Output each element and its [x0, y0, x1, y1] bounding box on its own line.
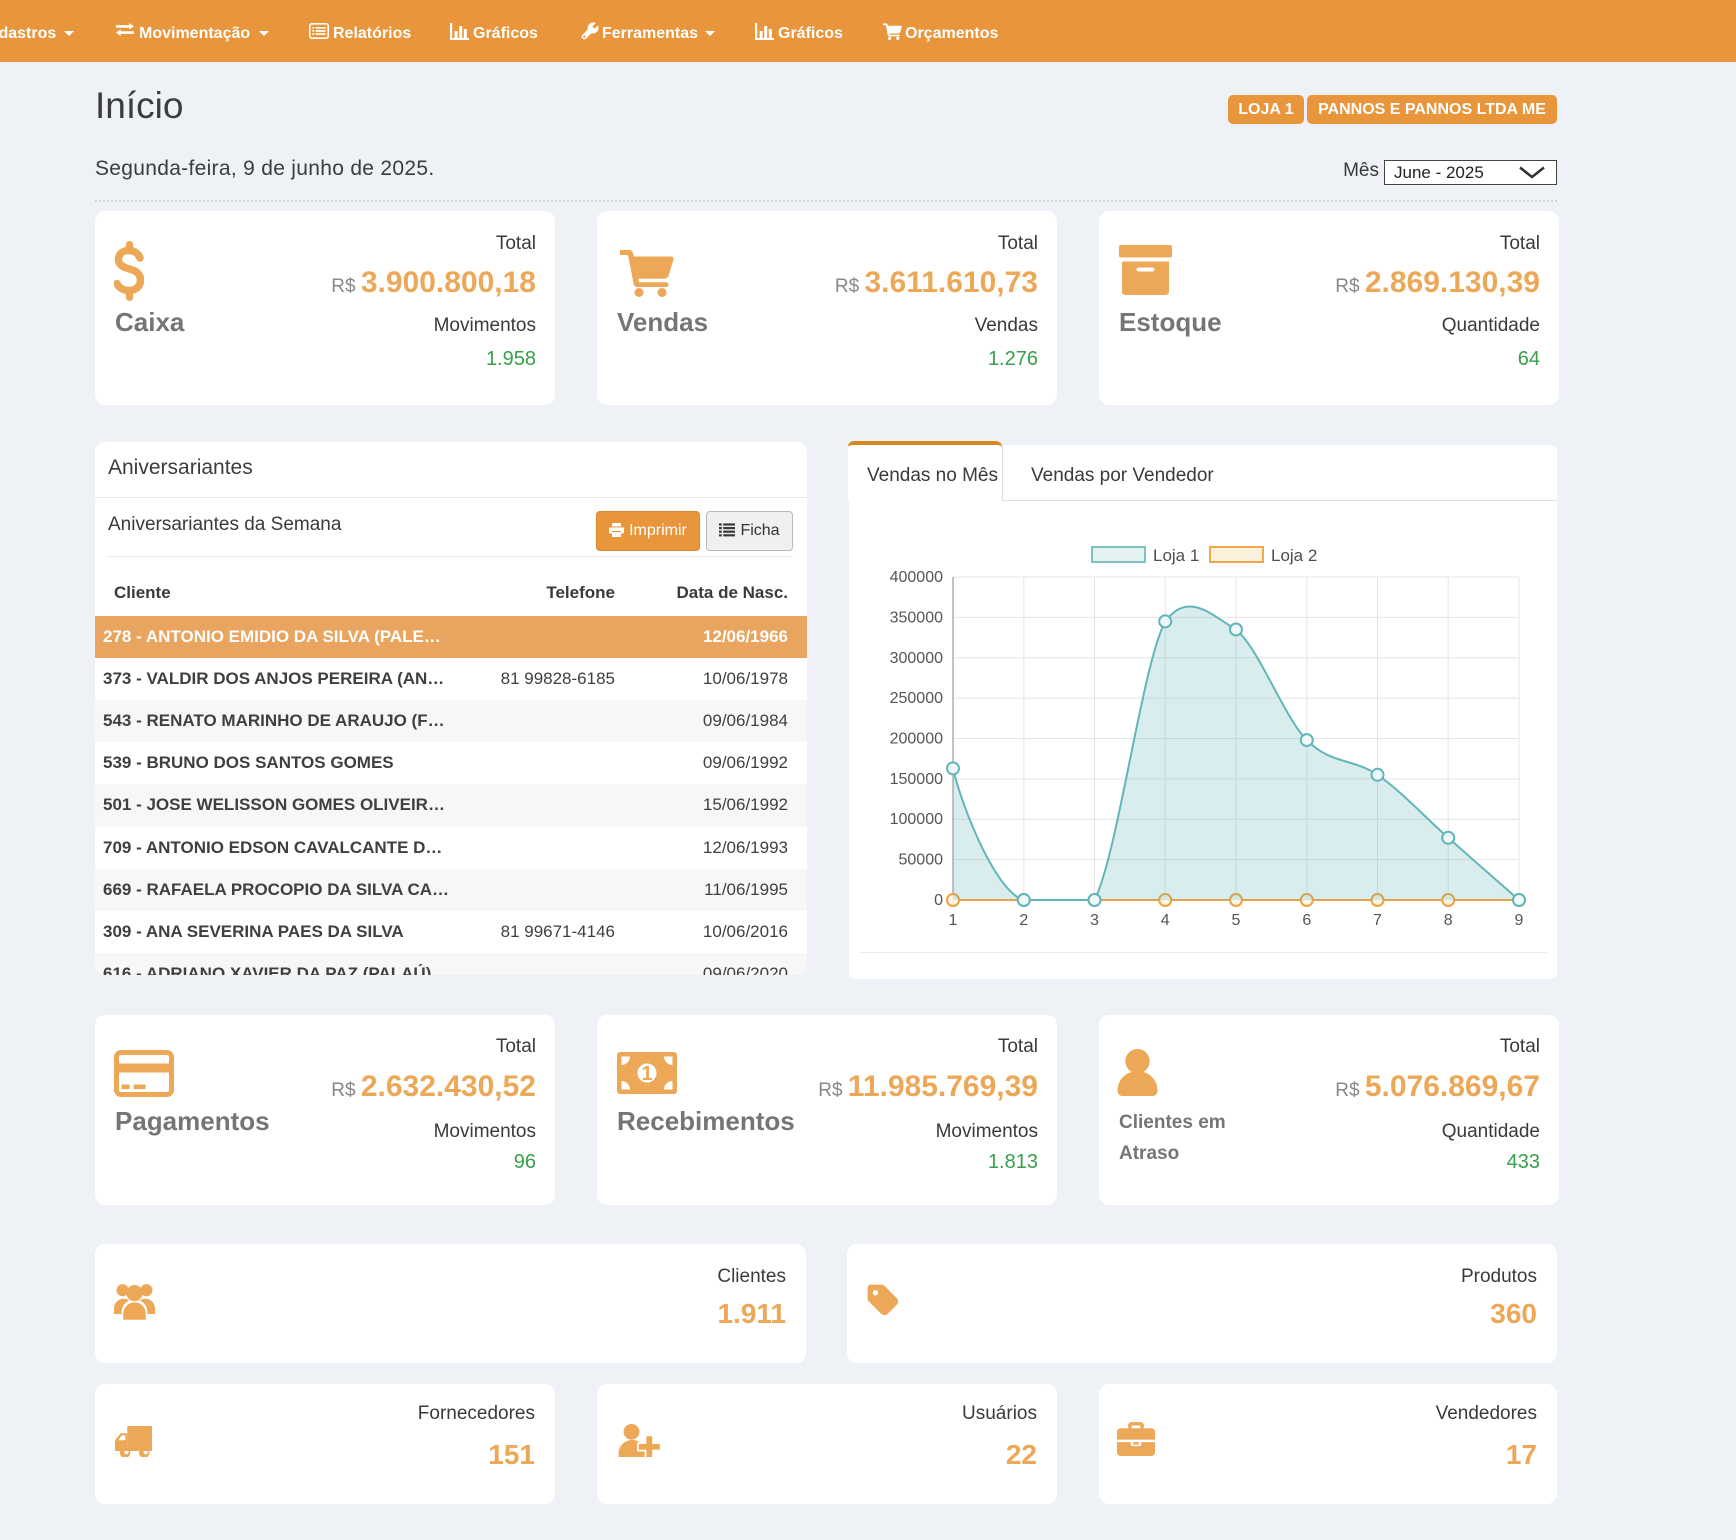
svg-text:250000: 250000 [890, 690, 943, 707]
svg-text:2: 2 [1019, 912, 1028, 929]
svg-text:4: 4 [1161, 912, 1170, 929]
svg-text:100000: 100000 [890, 811, 943, 828]
svg-text:300000: 300000 [890, 650, 943, 667]
svg-text:200000: 200000 [890, 731, 943, 748]
svg-text:5: 5 [1232, 912, 1241, 929]
svg-text:Loja 2: Loja 2 [1271, 546, 1317, 565]
svg-text:350000: 350000 [890, 609, 943, 626]
svg-text:50000: 50000 [899, 852, 944, 869]
svg-text:9: 9 [1515, 912, 1524, 929]
svg-text:Loja 1: Loja 1 [1153, 546, 1199, 565]
svg-text:8: 8 [1444, 912, 1453, 929]
svg-text:1: 1 [641, 1063, 652, 1085]
svg-text:150000: 150000 [890, 771, 943, 788]
svg-text:400000: 400000 [890, 569, 943, 586]
svg-text:3: 3 [1090, 912, 1099, 929]
svg-text:7: 7 [1373, 912, 1382, 929]
svg-text:6: 6 [1302, 912, 1311, 929]
svg-text:1: 1 [949, 912, 958, 929]
svg-text:0: 0 [934, 892, 943, 909]
